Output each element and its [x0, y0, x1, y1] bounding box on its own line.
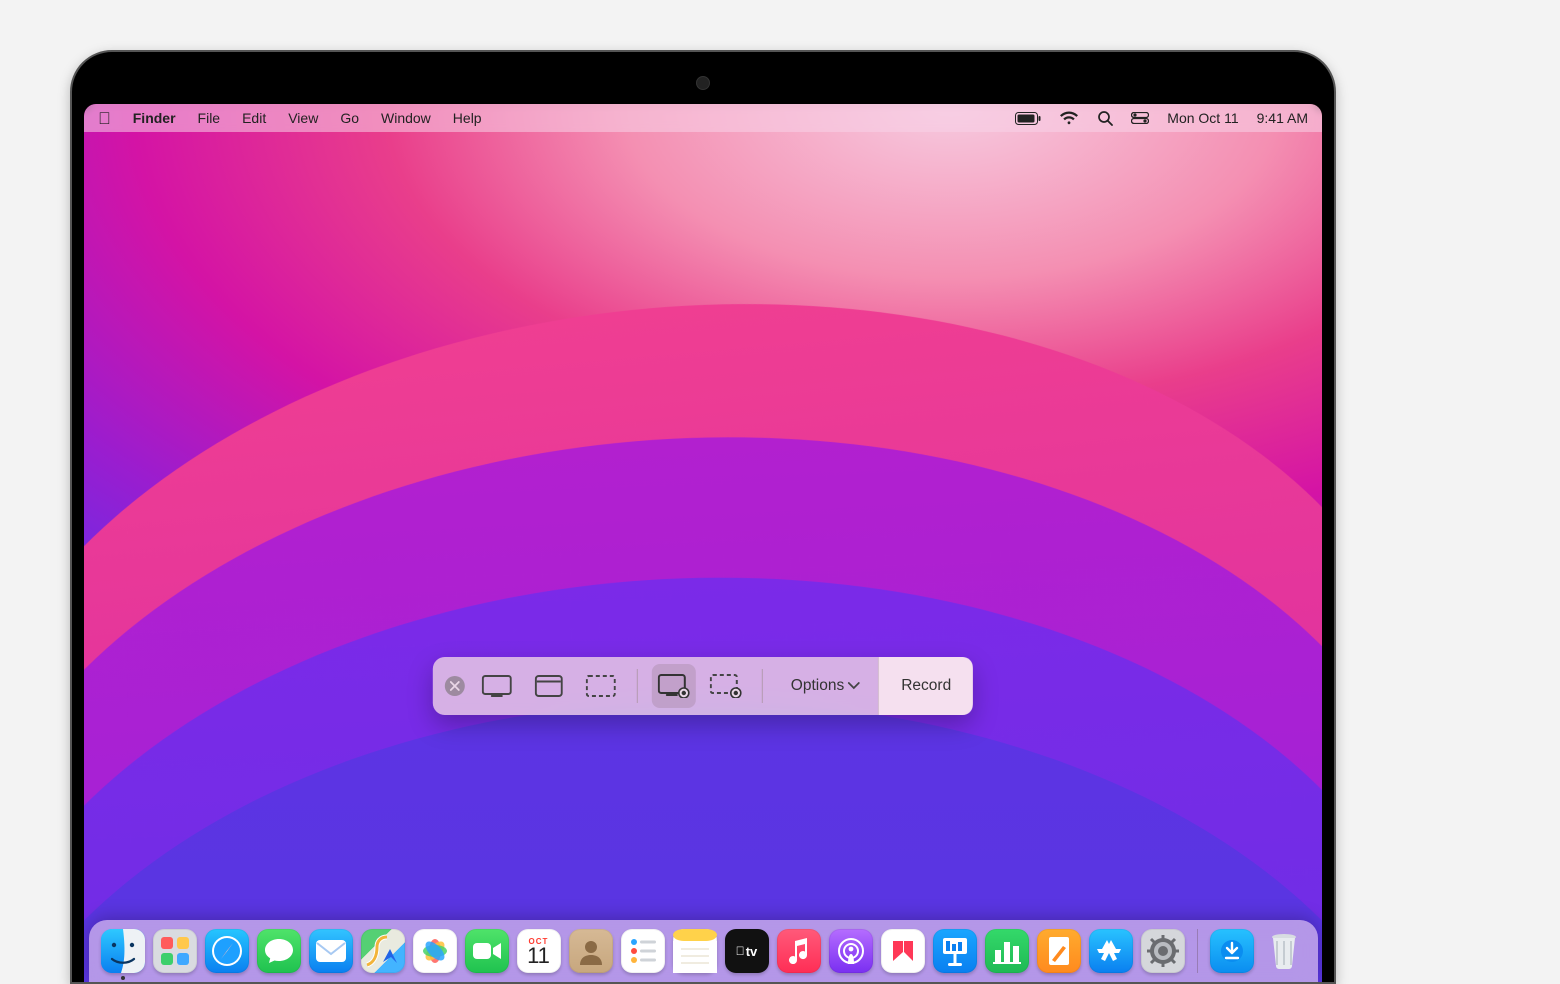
camera-notch	[696, 76, 710, 90]
dock-app-maps[interactable]	[361, 929, 405, 973]
battery-status-icon[interactable]	[1015, 112, 1041, 125]
menu-view[interactable]: View	[288, 110, 318, 126]
menu-time[interactable]: 9:41 AM	[1257, 110, 1308, 126]
capture-window-button[interactable]	[527, 664, 571, 708]
wifi-status-icon[interactable]	[1059, 111, 1079, 125]
record-entire-screen-button[interactable]	[652, 664, 696, 708]
screen:  Finder File Edit View Go Window Help	[84, 104, 1322, 982]
capture-entire-screen-button[interactable]	[475, 664, 519, 708]
dock-app-photos[interactable]	[413, 929, 457, 973]
dock-app-notes[interactable]	[673, 929, 717, 973]
record-label: Record	[901, 677, 951, 695]
record-selection-button[interactable]	[704, 664, 748, 708]
dock-app-pages[interactable]	[1037, 929, 1081, 973]
dock-app-calendar[interactable]: OCT 11	[517, 929, 561, 973]
dock-app-appstore[interactable]	[1089, 929, 1133, 973]
dock-app-music[interactable]	[777, 929, 821, 973]
toolbar-separator	[762, 669, 763, 703]
calendar-day: 11	[527, 945, 550, 967]
screenshot-toolbar: Options Record	[433, 657, 973, 715]
menu-file[interactable]: File	[198, 110, 221, 126]
laptop-frame:  Finder File Edit View Go Window Help	[70, 50, 1336, 984]
dock-app-keynote[interactable]	[933, 929, 977, 973]
dock-trash[interactable]	[1262, 929, 1306, 973]
close-button[interactable]	[445, 676, 465, 696]
menu-bar:  Finder File Edit View Go Window Help	[84, 104, 1322, 132]
dock-app-tv[interactable]: tv	[725, 929, 769, 973]
menu-edit[interactable]: Edit	[242, 110, 266, 126]
dock-app-safari[interactable]	[205, 929, 249, 973]
desktop-wallpaper[interactable]:  Finder File Edit View Go Window Help	[84, 104, 1322, 982]
record-button[interactable]: Record	[878, 657, 973, 715]
running-indicator	[121, 976, 125, 980]
dock-downloads-folder[interactable]	[1210, 929, 1254, 973]
toolbar-separator	[637, 669, 638, 703]
dock-app-reminders[interactable]	[621, 929, 665, 973]
app-menu[interactable]: Finder	[133, 110, 176, 126]
dock-app-messages[interactable]	[257, 929, 301, 973]
dock-app-launchpad[interactable]	[153, 929, 197, 973]
capture-selection-button[interactable]	[579, 664, 623, 708]
dock-app-mail[interactable]	[309, 929, 353, 973]
dock-app-settings[interactable]	[1141, 929, 1185, 973]
options-dropdown[interactable]: Options	[773, 664, 878, 708]
spotlight-search-icon[interactable]	[1097, 110, 1113, 126]
dock: OCT 11 tv	[89, 920, 1318, 982]
menu-help[interactable]: Help	[453, 110, 482, 126]
dock-app-finder[interactable]	[101, 929, 145, 973]
apple-menu-icon[interactable]: 	[98, 110, 111, 127]
chevron-down-icon	[848, 682, 860, 690]
dock-app-facetime[interactable]	[465, 929, 509, 973]
dock-app-podcasts[interactable]	[829, 929, 873, 973]
menu-go[interactable]: Go	[340, 110, 359, 126]
control-center-icon[interactable]	[1131, 112, 1149, 124]
dock-separator	[1197, 929, 1198, 973]
menu-window[interactable]: Window	[381, 110, 431, 126]
dock-app-numbers[interactable]	[985, 929, 1029, 973]
dock-app-contacts[interactable]	[569, 929, 613, 973]
menu-date[interactable]: Mon Oct 11	[1167, 110, 1238, 126]
options-label: Options	[791, 677, 844, 695]
dock-app-news[interactable]	[881, 929, 925, 973]
